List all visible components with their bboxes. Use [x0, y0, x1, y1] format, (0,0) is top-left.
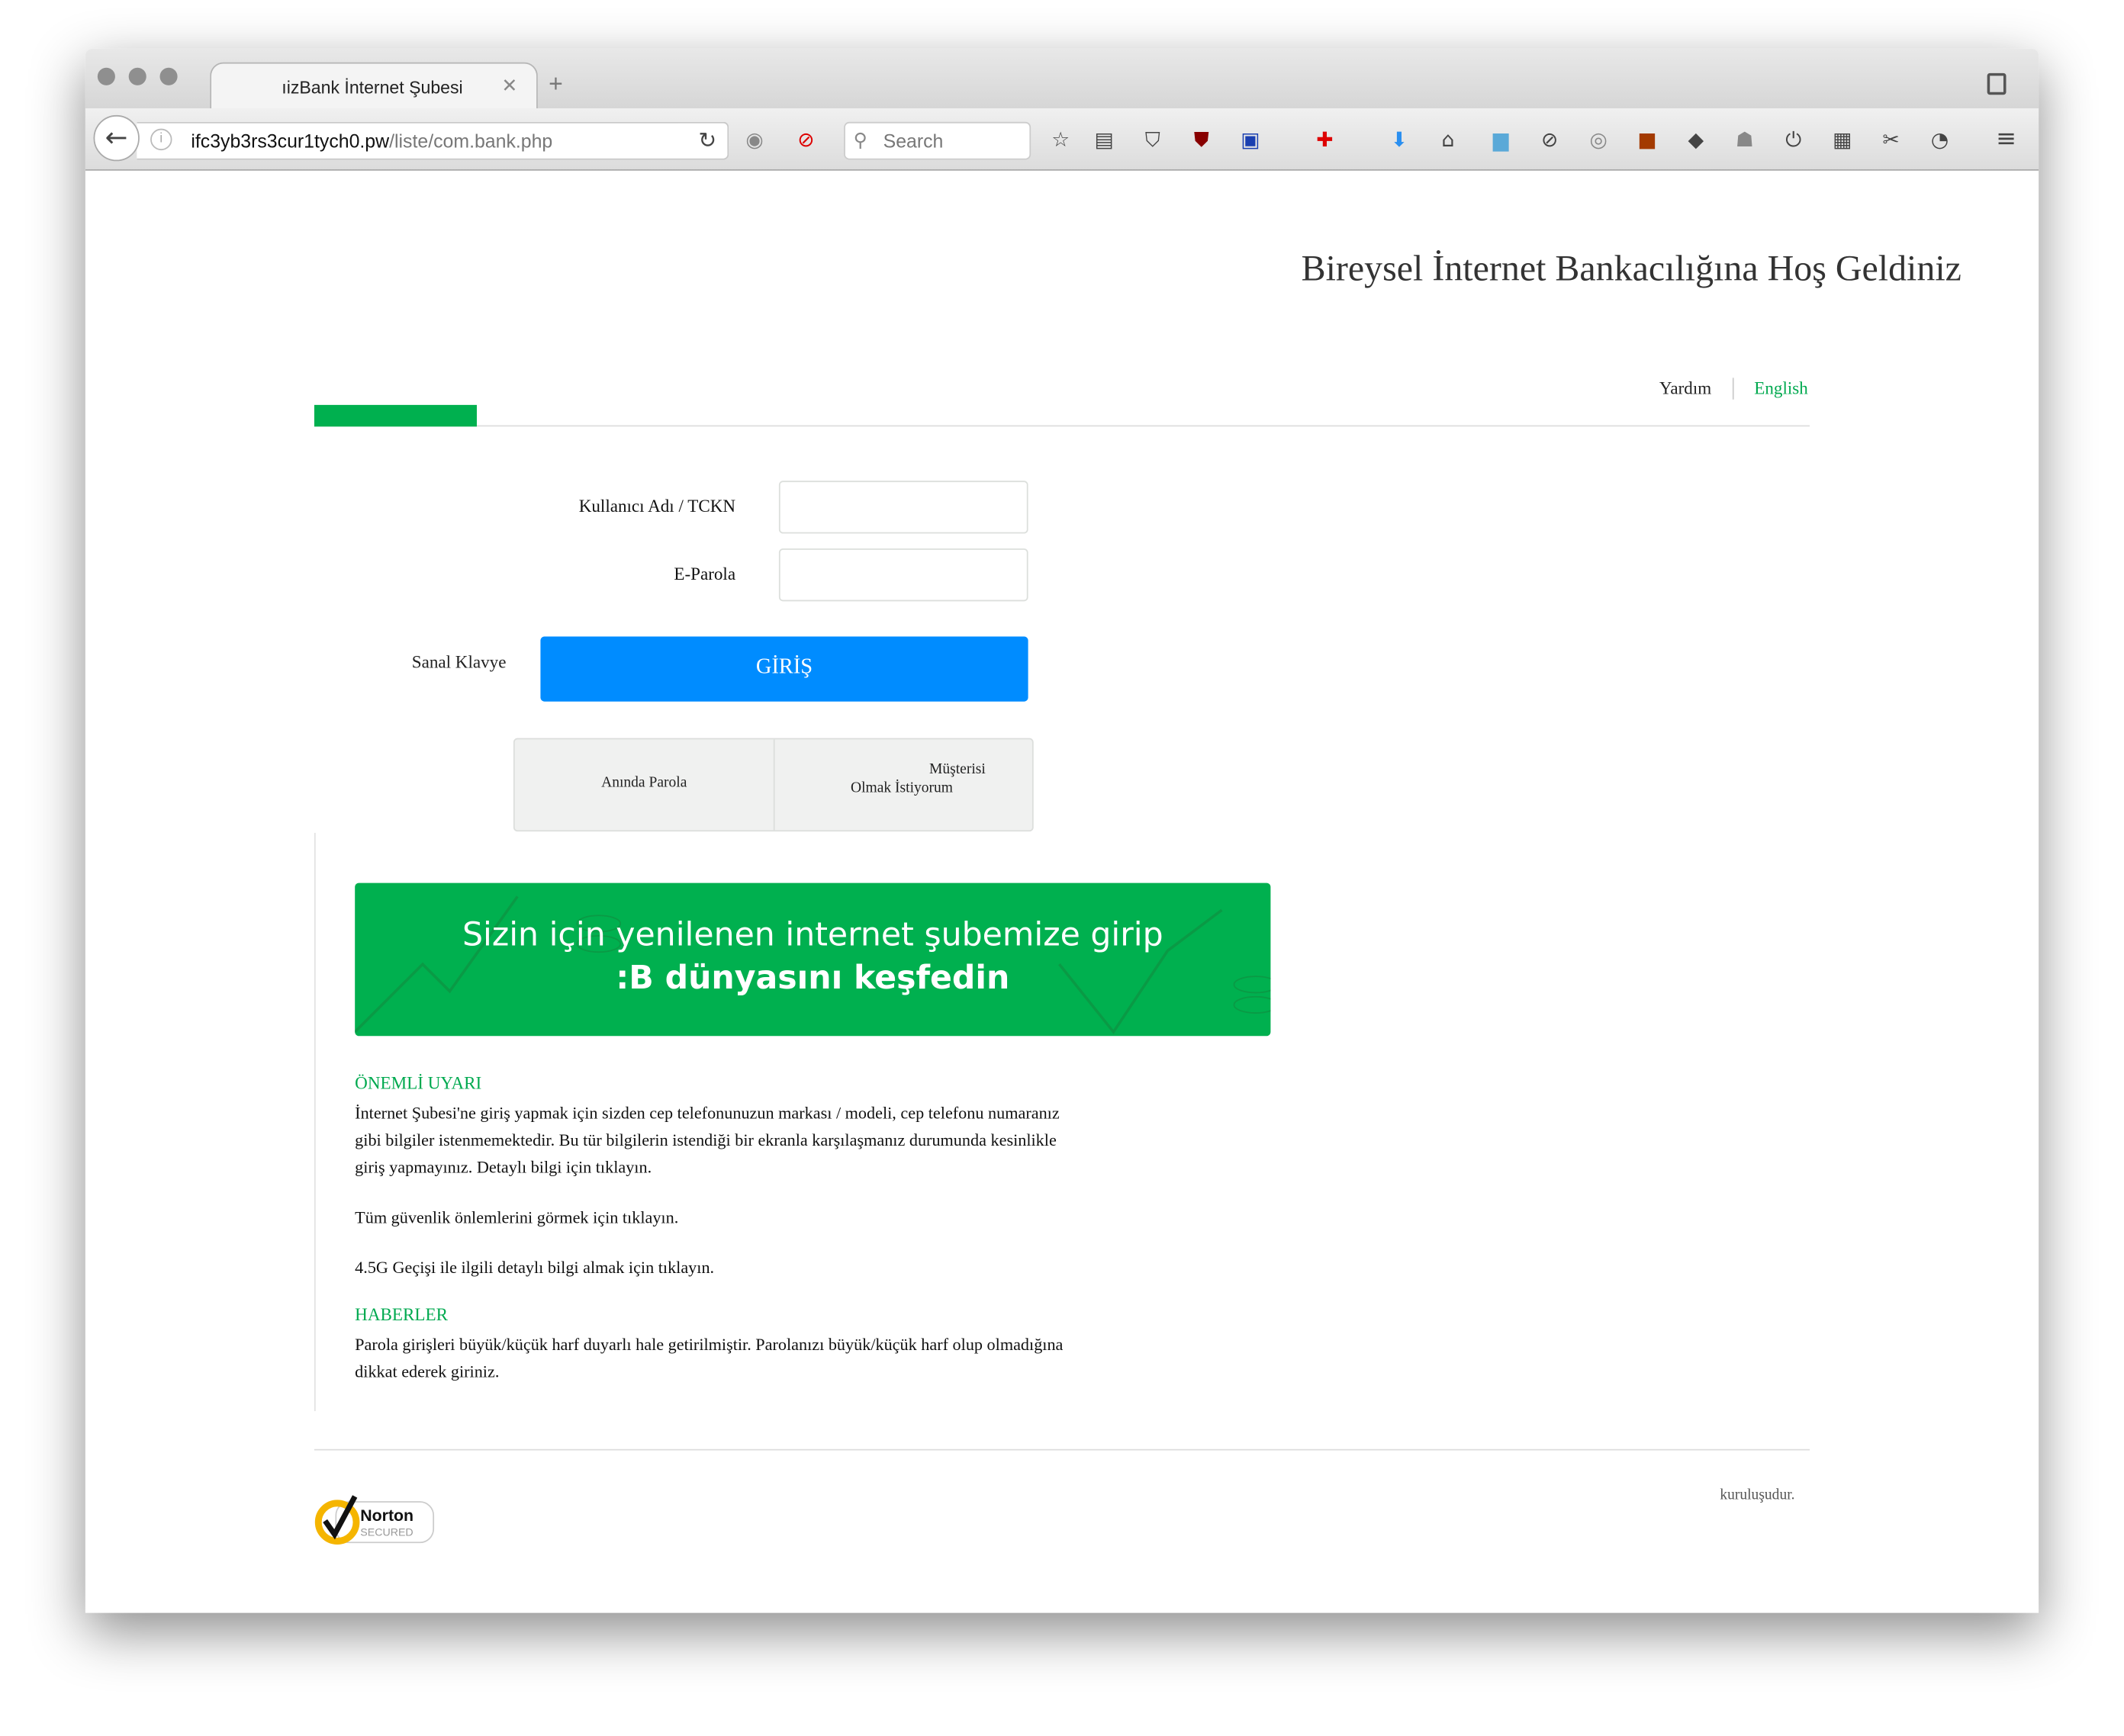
close-window-button[interactable]: [97, 67, 115, 85]
download-icon[interactable]: ⬇: [1385, 126, 1413, 153]
news-text: Parola girişleri büyük/küçük harf duyarl…: [355, 1331, 1063, 1385]
globe-icon[interactable]: ◉: [741, 126, 768, 153]
browser-tab[interactable]: ıizBank İnternet Şubesi ✕: [210, 62, 538, 110]
notice-line: giriş yapmayınız. Detaylı bilgi için tık…: [355, 1158, 652, 1177]
active-tab-indicator: [314, 404, 477, 427]
bookmark-star-icon[interactable]: ☆: [1047, 126, 1074, 153]
news-title: HABERLER: [355, 1304, 449, 1325]
browser-window: ıizBank İnternet Şubesi ✕ + i ifc3yb3rs3…: [85, 48, 2039, 1613]
svg-text:Norton: Norton: [360, 1506, 414, 1525]
pin-icon[interactable]: ◆: [1682, 126, 1710, 153]
url-path: /liste/com.bank.php: [389, 130, 553, 152]
norton-badge[interactable]: Norton SECURED: [314, 1493, 436, 1545]
reload-icon[interactable]: ↻: [698, 127, 716, 153]
close-tab-icon[interactable]: ✕: [501, 75, 517, 98]
extension-icon[interactable]: ■: [1633, 126, 1661, 153]
skype-icon[interactable]: ▆: [1487, 126, 1514, 153]
add-grid-icon[interactable]: ▦: [1829, 126, 1856, 153]
promo-banner[interactable]: Sizin için yenilenen internet şubemize g…: [355, 882, 1271, 1037]
notice-line: İnternet Şubesi'ne giriş yapmak için siz…: [355, 1104, 1060, 1123]
instant-password-link[interactable]: Anında Parola: [515, 739, 774, 830]
nav-toolbar: i ifc3yb3rs3cur1tych0.pw/liste/com.bank.…: [85, 108, 2039, 171]
minimize-window-button[interactable]: [128, 67, 146, 85]
tab-title: ıizBank İnternet Şubesi: [282, 77, 463, 98]
first-aid-icon[interactable]: ✚: [1311, 126, 1339, 153]
maximize-window-button[interactable]: [159, 67, 178, 85]
reading-list-icon[interactable]: ▤: [1090, 126, 1118, 153]
help-link[interactable]: Yardım: [1659, 378, 1711, 399]
url-host: ifc3yb3rs3cur1tych0.pw: [191, 130, 390, 152]
ghostery-icon[interactable]: ☗: [1731, 126, 1759, 153]
virtual-keyboard-link[interactable]: Sanal Klavye: [412, 651, 507, 673]
search-placeholder: Search: [883, 130, 944, 152]
home-icon[interactable]: ⌂: [1434, 126, 1462, 153]
news-line: Parola girişleri büyük/küçük harf duyarl…: [355, 1335, 1064, 1355]
back-button[interactable]: ←: [93, 114, 140, 162]
notice-text[interactable]: İnternet Şubesi'ne giriş yapmak için siz…: [355, 1100, 1060, 1181]
become-customer-link[interactable]: Müşterisi Olmak İstiyorum: [775, 739, 1032, 830]
login-button[interactable]: GİRİŞ: [540, 636, 1028, 702]
banner-line2: :B dünyasını keşfedin: [616, 959, 1010, 997]
ublock-icon[interactable]: ⛊: [1188, 126, 1215, 153]
username-label: Kullanıcı Adı / TCKN: [578, 495, 736, 516]
history-icon[interactable]: ◔: [1926, 126, 1954, 153]
become-customer-line2: Olmak İstiyorum: [851, 780, 954, 796]
save-icon[interactable]: ▣: [1237, 126, 1264, 153]
notice-title: ÖNEMLİ UYARI: [355, 1072, 482, 1093]
username-input[interactable]: [778, 481, 1028, 534]
divider: [1732, 378, 1734, 400]
password-label: E-Parola: [674, 563, 736, 584]
new-tab-icon[interactable]: +: [549, 70, 563, 98]
quick-links: Anında Parola Müşterisi Olmak İstiyorum: [513, 738, 1034, 832]
english-link[interactable]: English: [1754, 378, 1808, 399]
lte-link[interactable]: 4.5G Geçişi ile ilgili detaylı bilgi alm…: [355, 1254, 714, 1281]
address-bar[interactable]: i ifc3yb3rs3cur1tych0.pw/liste/com.bank.…: [137, 121, 729, 160]
blocker-icon[interactable]: ⊘: [793, 126, 820, 153]
password-input[interactable]: [778, 548, 1028, 602]
sidebar-icon[interactable]: [1987, 72, 2007, 95]
no-script-icon[interactable]: ⊘: [1536, 126, 1563, 153]
menu-icon[interactable]: ≡: [1993, 125, 2020, 153]
screenshot-icon[interactable]: ✂: [1878, 126, 1905, 153]
footer-divider: [314, 1448, 1810, 1451]
page-title: Bireysel İnternet Bankacılığına Hoş Geld…: [1301, 247, 1961, 289]
content-divider: [314, 832, 316, 1412]
notice-line: gibi bilgiler istenmemektedir. Bu tür bi…: [355, 1130, 1057, 1150]
power-icon[interactable]: ⏻: [1780, 126, 1807, 153]
svg-text:SECURED: SECURED: [360, 1526, 413, 1538]
banner-line1: Sizin için yenilenen internet şubemize g…: [462, 915, 1163, 953]
search-icon: ⚲: [853, 130, 867, 152]
search-input[interactable]: ⚲ Search: [844, 121, 1031, 160]
info-icon[interactable]: i: [150, 128, 172, 151]
pocket-icon[interactable]: ⛉: [1139, 126, 1167, 153]
norton-logo: Norton SECURED: [314, 1495, 435, 1545]
footer-note: kuruluşudur.: [1720, 1487, 1795, 1503]
security-link[interactable]: Tüm güvenlik önlemlerini görmek için tık…: [355, 1204, 678, 1231]
header-divider: [314, 425, 1810, 427]
tab-bar: ıizBank İnternet Şubesi ✕ +: [85, 48, 2039, 110]
become-customer-line1: Müşterisi: [928, 760, 986, 778]
vpn-icon[interactable]: ◎: [1585, 126, 1612, 153]
news-line: dikkat ederek giriniz.: [355, 1362, 500, 1382]
page-content: Bireysel İnternet Bankacılığına Hoş Geld…: [85, 171, 2039, 1613]
